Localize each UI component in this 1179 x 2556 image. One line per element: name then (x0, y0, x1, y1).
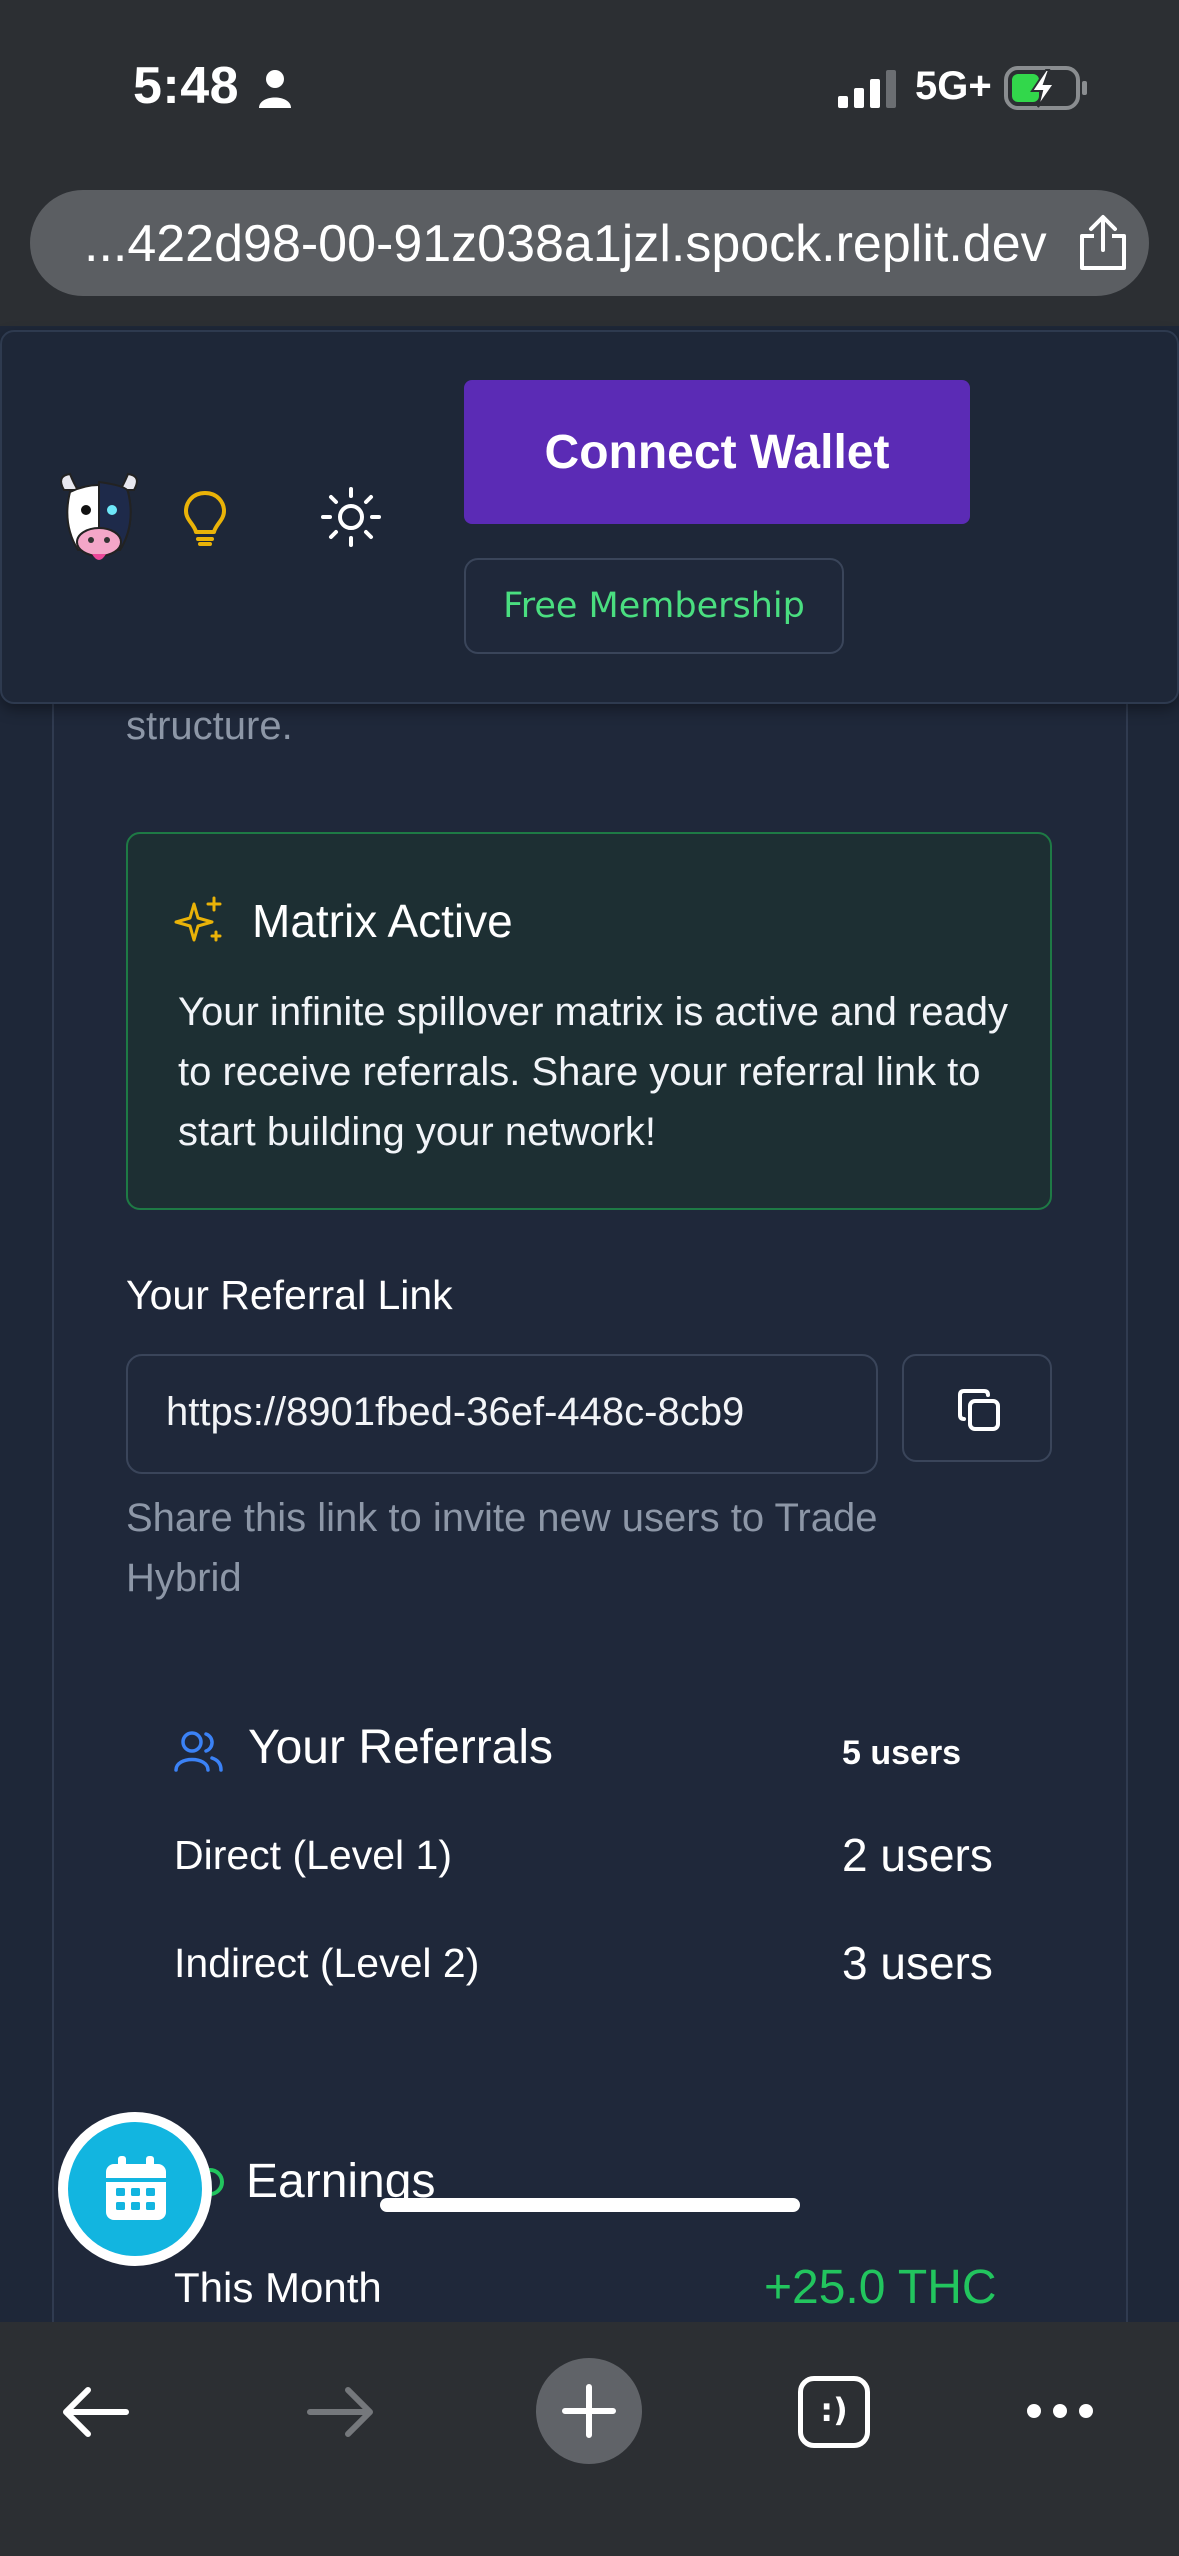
sun-icon[interactable] (320, 486, 382, 548)
alert-title: Matrix Active (252, 895, 513, 947)
calendar-icon (106, 2156, 166, 2220)
connect-wallet-button[interactable]: Connect Wallet (464, 380, 970, 524)
alert-body: Your infinite spillover matrix is active… (178, 990, 1009, 1154)
address-bar[interactable]: ...422d98-00-91z038a1jzl.spock.replit.de… (30, 190, 1149, 296)
new-tab-button[interactable] (536, 2358, 642, 2464)
copy-link-button[interactable] (902, 1354, 1052, 1462)
signal-icon (838, 70, 896, 108)
browser-toolbar: :) (0, 2322, 1179, 2556)
this-month-value: +25.0 THC (764, 2261, 997, 2314)
total-users-badge: 5 users (842, 1734, 962, 1772)
free-membership-button[interactable]: Free Membership (464, 558, 844, 654)
url-text[interactable]: ...422d98-00-91z038a1jzl.spock.replit.de… (84, 214, 1047, 274)
referral-link-field[interactable]: https://8901fbed-36ef-448c-8cb9 (126, 1354, 878, 1474)
intro-text-tail: structure. (126, 704, 293, 748)
tabs-label: :) (820, 2391, 848, 2429)
sparkles-icon (174, 896, 222, 942)
status-time: 5:48 (133, 57, 240, 115)
back-arrow-icon[interactable] (60, 2386, 130, 2438)
battery-icon (1004, 66, 1087, 110)
direct-level-value: 2 users (842, 1829, 993, 1881)
referral-link-value[interactable]: https://8901fbed-36ef-448c-8cb9 (166, 1390, 744, 1435)
referrals-card: Your Referrals 5 users Direct (Level 1) … (126, 1680, 1052, 2040)
matrix-active-alert: Matrix Active Your infinite spillover ma… (126, 832, 1052, 1210)
app-header: Connect Wallet Free Membership (0, 330, 1179, 704)
tabs-button[interactable]: :) (798, 2376, 870, 2448)
direct-level-label: Direct (Level 1) (174, 1832, 452, 1878)
copy-icon (958, 1389, 1000, 1431)
users-icon (174, 1731, 223, 1772)
forward-arrow-icon[interactable] (306, 2386, 376, 2438)
indirect-level-value: 3 users (842, 1937, 993, 1989)
this-month-label: This Month (174, 2264, 382, 2311)
lightbulb-icon[interactable] (182, 490, 228, 546)
indirect-level-label: Indirect (Level 2) (174, 1940, 480, 1986)
referral-link-help: Share this link to invite new users to T… (126, 1496, 878, 1600)
plus-icon (562, 2384, 616, 2438)
cow-logo[interactable] (56, 468, 142, 568)
referral-link-label: Your Referral Link (126, 1272, 453, 1318)
status-bar: 5:48 5G+ (0, 0, 1179, 180)
calendar-fab-inner (68, 2122, 202, 2256)
share-icon[interactable] (1076, 214, 1130, 272)
network-type: 5G+ (915, 64, 992, 108)
more-options-icon[interactable] (1024, 2398, 1096, 2424)
referrals-title: Your Referrals (248, 1721, 554, 1774)
person-icon (259, 70, 291, 108)
calendar-fab-button[interactable] (58, 2112, 212, 2266)
home-indicator (380, 2198, 800, 2212)
